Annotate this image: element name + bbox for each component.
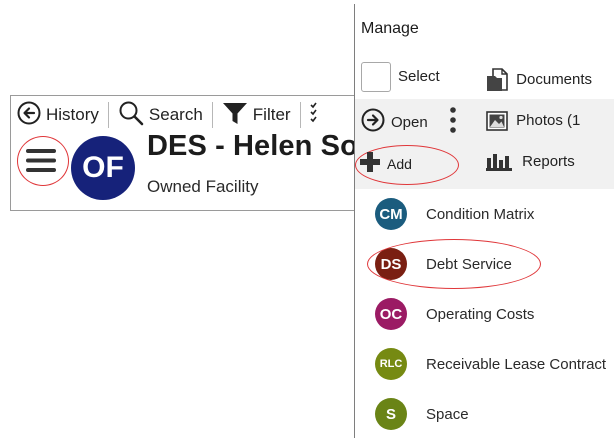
select-checkbox[interactable] [361,62,391,92]
highlight-circle [367,239,541,289]
documents-button[interactable]: Documents [486,68,592,92]
add-menu-item[interactable]: CM Condition Matrix [355,189,614,239]
checklist-icon[interactable] [309,101,320,130]
document-icon [486,68,516,91]
add-item-avatar-icon: RLC [375,348,407,380]
toolbar-divider [107,102,109,128]
bar-chart-icon [486,153,522,171]
manage-panel: Manage Select Documents Open Photos (1 A… [354,4,614,438]
add-item-avatar-icon: CM [375,198,407,230]
photo-icon [486,111,516,131]
record-avatar: OF [71,136,135,200]
reports-button[interactable]: Reports [486,152,575,172]
add-item-avatar-icon: OC [375,298,407,330]
add-button[interactable]: Add [359,151,412,176]
add-menu-item[interactable]: S Space [355,389,614,438]
add-item-avatar-icon: S [375,398,407,430]
menu-button[interactable] [17,136,69,186]
filter-button[interactable]: Filter [222,96,291,134]
forward-arrow-icon [361,108,385,136]
toolbar-divider [299,102,301,128]
open-label: Open [391,113,428,131]
open-button[interactable]: Open [361,108,428,136]
filter-label: Filter [252,105,291,124]
documents-label: Documents [516,70,593,88]
search-button[interactable]: Search [118,96,203,134]
photos-button[interactable]: Photos (1 [486,110,580,132]
filter-icon [222,100,248,131]
toolbar-divider [211,102,213,128]
more-options-icon[interactable] [449,106,457,139]
reports-label: Reports [522,152,575,170]
record-toolbar: History Search Filter [11,96,359,134]
add-item-label: Space [426,406,469,423]
add-item-label: Condition Matrix [426,206,535,223]
history-label: History [46,105,99,124]
history-button[interactable]: History [17,96,99,134]
manage-title: Manage [361,20,419,37]
add-label: Add [387,155,412,172]
record-header: History Search Filter OF DES - Helen So … [10,95,360,211]
record-title: DES - Helen So [147,130,358,162]
add-item-label: Operating Costs [426,306,535,323]
photos-label: Photos (1 [516,111,581,129]
select-label: Select [398,68,440,85]
add-item-label: Receivable Lease Contract [426,356,607,373]
add-menu-item[interactable]: OC Operating Costs [355,289,614,339]
add-menu-item[interactable]: RLC Receivable Lease Contract [355,339,614,389]
back-arrow-icon [17,101,41,130]
search-icon [118,100,144,131]
search-label: Search [148,105,203,124]
record-type: Owned Facility [147,177,259,196]
plus-icon [359,151,381,176]
